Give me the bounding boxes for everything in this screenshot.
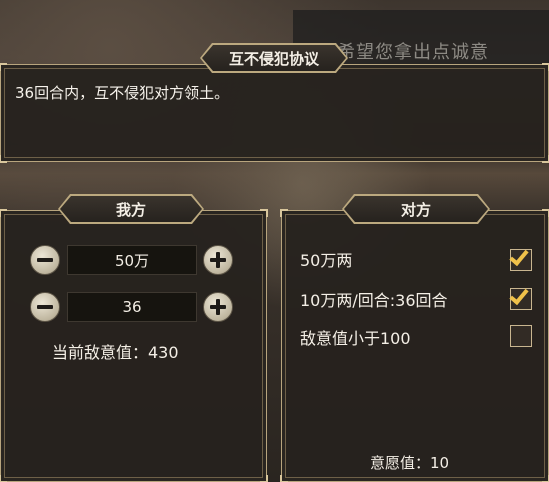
- option-label: 敌意值小于100: [300, 329, 411, 348]
- option-label: 50万两: [300, 251, 353, 270]
- checkmark-icon: [509, 245, 529, 267]
- agreement-description: 36回合内，互不侵犯对方领土。: [15, 84, 230, 102]
- option-checkbox-gold[interactable]: [509, 245, 532, 271]
- minus-icon: [37, 305, 53, 309]
- their-side-tab: 对方: [342, 194, 490, 224]
- gold-decrease-button[interactable]: [30, 245, 60, 275]
- gold-amount-field[interactable]: 50万: [67, 245, 197, 275]
- turns-field[interactable]: 36: [67, 292, 197, 322]
- option-checkbox-enmity[interactable]: [510, 325, 532, 347]
- turns-increase-button[interactable]: [203, 292, 233, 322]
- hint-text: 希望您拿出点诚意: [337, 42, 489, 63]
- option-checkbox-gold-per-turn[interactable]: [509, 284, 532, 310]
- our-side-tab: 我方: [58, 194, 204, 224]
- minus-icon: [37, 258, 53, 262]
- willingness-label: 意愿值：10: [370, 454, 450, 472]
- checkmark-icon: [509, 284, 529, 306]
- gold-increase-button[interactable]: [203, 245, 233, 275]
- current-enmity-label: 当前敌意值：430: [52, 343, 179, 362]
- turns-decrease-button[interactable]: [30, 292, 60, 322]
- option-label: 10万两/回合:36回合: [300, 291, 448, 310]
- agreement-panel: 36回合内，互不侵犯对方领土。: [0, 63, 549, 163]
- agreement-title-tab: 互不侵犯协议: [200, 43, 348, 73]
- their-side-title: 对方: [344, 196, 488, 222]
- agreement-title: 互不侵犯协议: [202, 45, 346, 71]
- our-side-title: 我方: [60, 196, 202, 222]
